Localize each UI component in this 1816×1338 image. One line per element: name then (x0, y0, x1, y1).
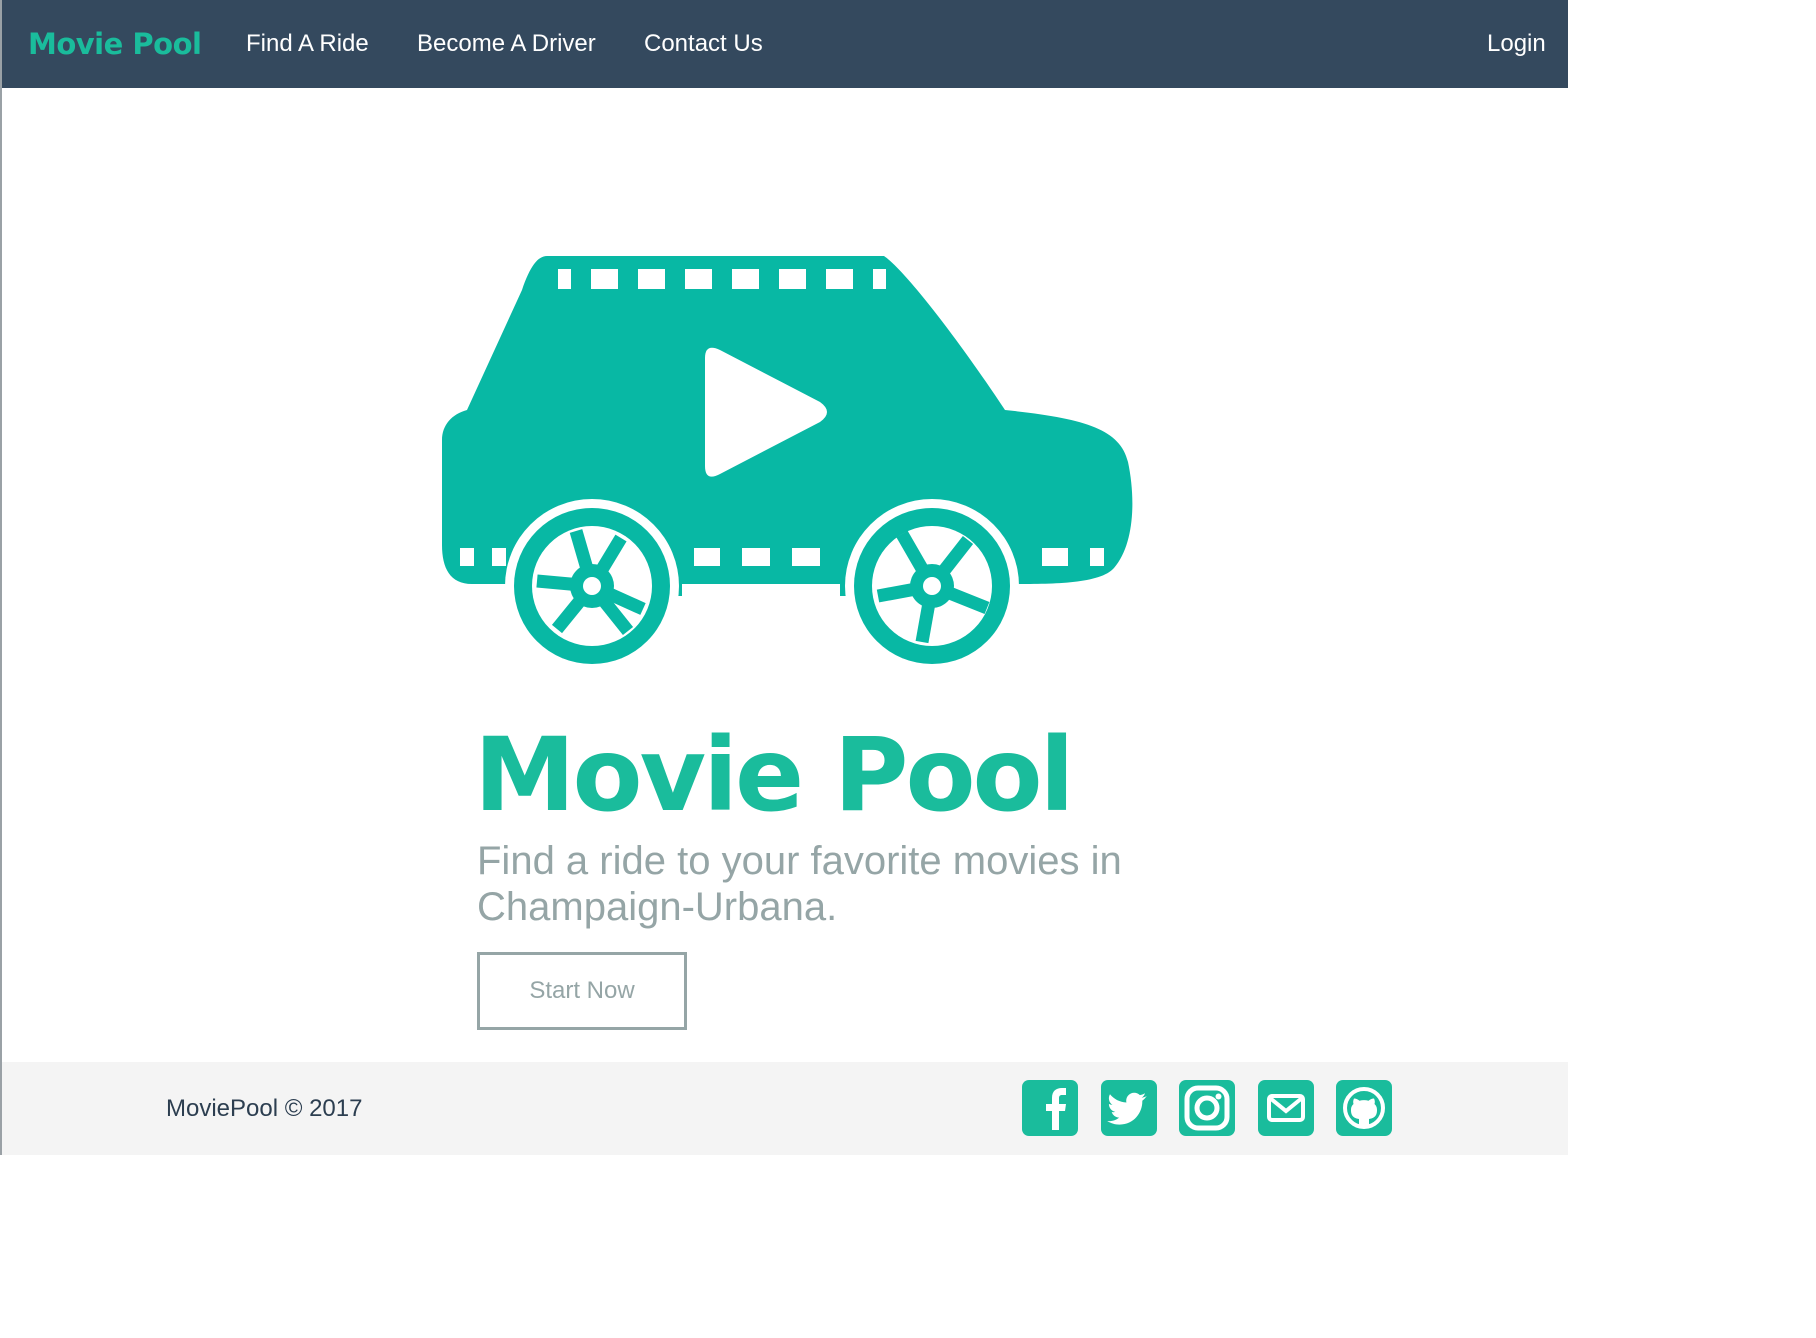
github-icon[interactable] (1336, 1080, 1392, 1136)
login-link[interactable]: Login (1487, 0, 1546, 88)
copyright-text: MoviePool © 2017 (166, 1095, 363, 1122)
mail-icon[interactable] (1258, 1080, 1314, 1136)
start-now-button[interactable]: Start Now (477, 952, 687, 1030)
facebook-icon[interactable] (1022, 1080, 1078, 1136)
wheel-left (514, 508, 670, 664)
hero-tagline: Find a ride to your favorite movies in C… (477, 839, 1122, 929)
instagram-icon[interactable] (1179, 1080, 1235, 1136)
navbar: Movie Pool Find A Ride Become A Driver C… (2, 0, 1568, 88)
nav-link-become-a-driver[interactable]: Become A Driver (417, 0, 596, 88)
film-car-icon (442, 256, 1133, 668)
browser-window: Movie Pool Find A Ride Become A Driver C… (0, 0, 1568, 1155)
brand-logo[interactable]: Movie Pool (28, 0, 202, 88)
twitter-icon[interactable] (1101, 1080, 1157, 1136)
nav-link-contact-us[interactable]: Contact Us (644, 0, 763, 88)
hero-title: Movie Pool (474, 716, 1075, 835)
wheel-right (854, 508, 1010, 664)
footer: MoviePool © 2017 (2, 1062, 1568, 1155)
nav-link-find-a-ride[interactable]: Find A Ride (246, 0, 369, 88)
